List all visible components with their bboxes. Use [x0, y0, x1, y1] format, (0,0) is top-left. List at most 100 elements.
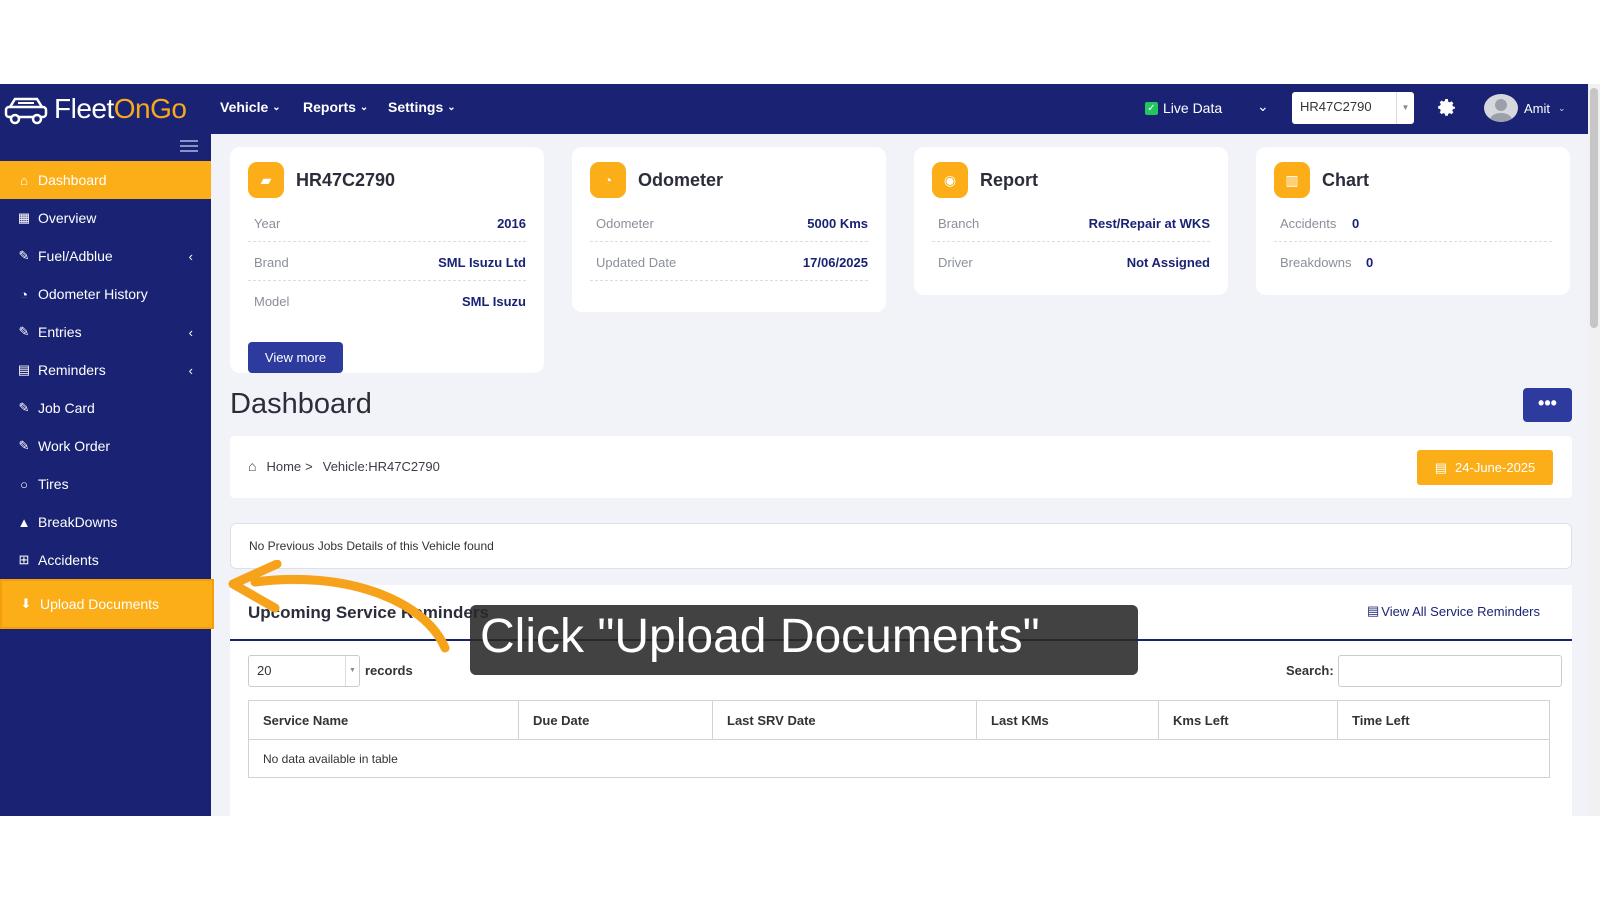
column-header-last-srv-date[interactable]: Last SRV Date: [712, 700, 977, 740]
sidebar-item-odometer-history[interactable]: ◔ Odometer History: [0, 275, 211, 313]
table-header-row: Service Name Due Date Last SRV Date Last…: [248, 700, 1550, 740]
row-value: 17/06/2025: [802, 255, 868, 270]
view-all-service-reminders-link[interactable]: ▤ View All Service Reminders: [1367, 603, 1540, 619]
row-value: 2016: [497, 216, 526, 231]
scrollbar-thumb[interactable]: [1590, 88, 1598, 328]
sidebar-item-label: Reminders: [38, 362, 106, 378]
nav-settings-menu[interactable]: Settings ⌄: [388, 99, 456, 115]
sidebar-item-label: Job Card: [38, 400, 95, 416]
date-label: 24-June-2025: [1455, 460, 1536, 475]
chevron-left-icon: ‹: [188, 324, 193, 340]
column-header-last-kms[interactable]: Last KMs: [976, 700, 1159, 740]
vertical-scrollbar[interactable]: [1588, 84, 1600, 816]
column-header-due-date[interactable]: Due Date: [518, 700, 713, 740]
card-header: ▰ HR47C2790: [248, 162, 395, 198]
edit-icon: ✎: [18, 248, 30, 263]
vehicle-select-value: HR47C2790: [1300, 99, 1372, 114]
table-row: No data available in table: [248, 739, 1550, 778]
sidebar-item-label: BreakDowns: [38, 514, 118, 530]
search-input[interactable]: [1338, 655, 1562, 687]
row-key: Driver: [938, 255, 973, 270]
row-value: Not Assigned: [1126, 255, 1210, 270]
sidebar-item-fuel-adblue[interactable]: ✎ Fuel/Adblue ‹: [0, 237, 211, 275]
tachometer-icon: ◔: [590, 162, 626, 198]
row-value: SML Isuzu: [461, 294, 526, 309]
column-header-time-left[interactable]: Time Left: [1337, 700, 1550, 740]
chevron-down-icon: ⌄: [272, 101, 281, 113]
avatar: [1484, 94, 1518, 122]
fleetongo-logo[interactable]: FleetOnGo: [4, 90, 187, 128]
sidebar-item-overview[interactable]: ▦ Overview: [0, 199, 211, 237]
breadcrumb-bar: ⌂ Home > Vehicle:HR47C2790 ▤ 24-June-202…: [230, 436, 1572, 498]
breadcrumb-home-link[interactable]: Home: [266, 459, 301, 474]
logo-wordmark: FleetOnGo: [54, 93, 187, 124]
odometer-card: ◔ Odometer Odometer 5000 Kms Updated Dat…: [572, 147, 886, 312]
chevron-down-icon: ⌄: [359, 101, 369, 113]
nav-vehicle-menu[interactable]: Vehicle ⌄: [220, 99, 281, 115]
sidebar-item-entries[interactable]: ✎ Entries ‹: [0, 313, 211, 351]
chevron-down-icon: ⌄: [447, 101, 456, 113]
app-frame: FleetOnGo Vehicle ⌄ Reports ⌄ Settings ⌄ ✓ …: [0, 84, 1600, 816]
card-row-accidents: Accidents 0: [1274, 204, 1552, 242]
tutorial-callout: Click "Upload Documents": [470, 605, 1138, 675]
card-row-model: Model SML Isuzu: [248, 282, 526, 320]
page-title: Dashboard: [230, 388, 372, 420]
service-reminders-table: Service Name Due Date Last SRV Date Last…: [248, 700, 1550, 778]
checkbox-checked-icon: ✓: [1145, 101, 1158, 115]
home-icon: ⌂: [248, 458, 257, 474]
edit-icon: ✎: [18, 400, 30, 415]
home-icon: ⌂: [20, 172, 28, 188]
card-row-branch: Branch Rest/Repair at WKS: [932, 204, 1210, 242]
breadcrumb: ⌂ Home > Vehicle:HR47C2790: [248, 458, 440, 474]
sidebar-item-upload-documents[interactable]: ⬇ Upload Documents: [0, 579, 214, 629]
row-key: Updated Date: [596, 255, 677, 270]
card-title: Chart: [1322, 169, 1370, 190]
user-name: Amit: [1524, 100, 1550, 116]
card-title: Report: [980, 169, 1038, 190]
row-value: 5000 Kms: [807, 216, 868, 231]
more-options-button[interactable]: •••: [1523, 388, 1572, 422]
sidebar-item-label: Overview: [38, 210, 97, 226]
row-key: Model: [254, 294, 290, 309]
view-more-button[interactable]: View more: [248, 342, 343, 373]
circle-icon: ○: [20, 476, 28, 492]
search-label: Search:: [1286, 663, 1334, 678]
top-navbar: FleetOnGo Vehicle ⌄ Reports ⌄ Settings ⌄ ✓ …: [0, 84, 1588, 134]
vehicle-select[interactable]: HR47C2790 ▼: [1292, 92, 1414, 124]
sidebar-item-reminders[interactable]: ▤ Reminders ‹: [0, 351, 211, 389]
live-data-dropdown-chevron-icon[interactable]: ⌄: [1257, 98, 1269, 115]
grid-icon: ▦: [17, 210, 31, 225]
live-data-toggle[interactable]: ✓ Live Data: [1145, 100, 1222, 116]
tutorial-arrow-icon: [228, 560, 450, 653]
sidebar-item-label: Dashboard: [38, 172, 107, 188]
select-arrow-icon: ▼: [345, 656, 359, 686]
row-key: Brand: [254, 255, 289, 270]
card-row-driver: Driver Not Assigned: [932, 243, 1210, 281]
column-header-service-name[interactable]: Service Name: [248, 700, 519, 740]
sidebar-item-dashboard[interactable]: ⌂ Dashboard: [0, 161, 211, 199]
sidebar-item-breakdowns[interactable]: ▲ BreakDowns: [0, 503, 211, 541]
sidebar-item-label: Work Order: [38, 438, 111, 454]
row-key: Year: [254, 216, 281, 231]
gear-icon[interactable]: [1434, 96, 1458, 120]
sidebar-item-tires[interactable]: ○ Tires: [0, 465, 211, 503]
hamburger-menu-icon[interactable]: [180, 140, 198, 152]
user-menu[interactable]: Amit ⌄: [1484, 94, 1566, 122]
empty-table-message: No data available in table: [248, 739, 1550, 778]
bar-chart-icon: ▥: [1274, 162, 1310, 198]
row-value: SML Isuzu Ltd: [438, 255, 526, 270]
date-button[interactable]: ▤ 24-June-2025: [1417, 450, 1553, 485]
sidebar-item-job-card[interactable]: ✎ Job Card: [0, 389, 211, 427]
main-content: ▰ HR47C2790 Year 2016 Brand SML Isuzu Lt…: [211, 134, 1588, 816]
nav-reports-label: Reports: [303, 99, 356, 115]
card-row-odometer: Odometer 5000 Kms: [590, 204, 868, 242]
sidebar-item-accidents[interactable]: ⊞ Accidents: [0, 541, 211, 579]
column-header-kms-left[interactable]: Kms Left: [1158, 700, 1338, 740]
breadcrumb-current: Vehicle:HR47C2790: [322, 458, 440, 474]
sidebar-item-work-order[interactable]: ✎ Work Order: [0, 427, 211, 465]
card-header: ◉ Report: [932, 162, 1038, 198]
row-value: Rest/Repair at WKS: [1088, 216, 1210, 231]
breadcrumb-separator: >: [305, 458, 313, 474]
dashboard-gauge-icon: ◔: [20, 286, 28, 302]
nav-reports-menu[interactable]: Reports ⌄: [303, 99, 368, 115]
